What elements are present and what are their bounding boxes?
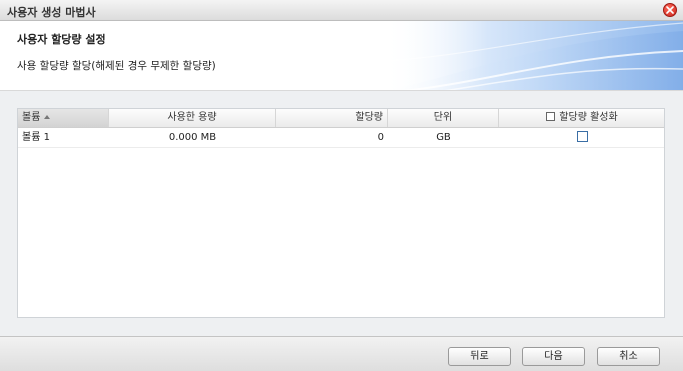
table-row[interactable]: 볼륨 1 0.000 MB 0 GB	[18, 128, 664, 148]
quota-table: 볼륨 사용한 용량 할당량 단위 할당량 활성화 볼륨 1 0.000 MB 0…	[17, 108, 665, 318]
window-titlebar: 사용자 생성 마법사	[0, 0, 683, 21]
column-header-used[interactable]: 사용한 용량	[109, 109, 276, 127]
next-button[interactable]: 다음	[522, 347, 585, 366]
cell-unit[interactable]: GB	[388, 128, 499, 148]
wizard-content: 볼륨 사용한 용량 할당량 단위 할당량 활성화 볼륨 1 0.000 MB 0…	[0, 91, 683, 336]
wizard-footer: 뒤로 다음 취소	[0, 336, 683, 371]
column-header-volume[interactable]: 볼륨	[18, 109, 109, 127]
column-label-enable: 할당량 활성화	[559, 112, 618, 123]
cell-volume: 볼륨 1	[22, 132, 50, 143]
column-header-quota[interactable]: 할당량	[276, 109, 388, 127]
cell-enable	[499, 128, 665, 148]
header-wave-decoration	[383, 21, 683, 90]
back-button[interactable]: 뒤로	[448, 347, 511, 366]
sort-ascending-icon	[44, 115, 51, 119]
column-label-volume: 볼륨	[22, 112, 41, 123]
wizard-header: 사용자 할당량 설정 사용 할당량 할당(해제된 경우 무제한 할당량)	[0, 21, 683, 91]
column-label-unit: 단위	[433, 112, 453, 123]
step-title: 사용자 할당량 설정	[17, 33, 106, 46]
cell-quota[interactable]: 0	[276, 128, 388, 148]
cell-used: 0.000 MB	[168, 132, 217, 143]
column-label-used: 사용한 용량	[167, 112, 217, 123]
table-header: 볼륨 사용한 용량 할당량 단위 할당량 활성화	[18, 109, 664, 128]
close-icon	[666, 6, 674, 14]
column-header-enable[interactable]: 할당량 활성화	[499, 109, 665, 127]
column-label-quota: 할당량	[355, 112, 383, 123]
column-header-unit[interactable]: 단위	[388, 109, 499, 127]
enable-all-checkbox[interactable]	[546, 112, 556, 121]
close-button[interactable]	[663, 3, 677, 17]
cancel-button[interactable]: 취소	[597, 347, 660, 366]
quota-enable-checkbox[interactable]	[576, 131, 588, 142]
window-title: 사용자 생성 마법사	[7, 6, 96, 19]
step-description: 사용 할당량 할당(해제된 경우 무제한 할당량)	[17, 60, 216, 72]
